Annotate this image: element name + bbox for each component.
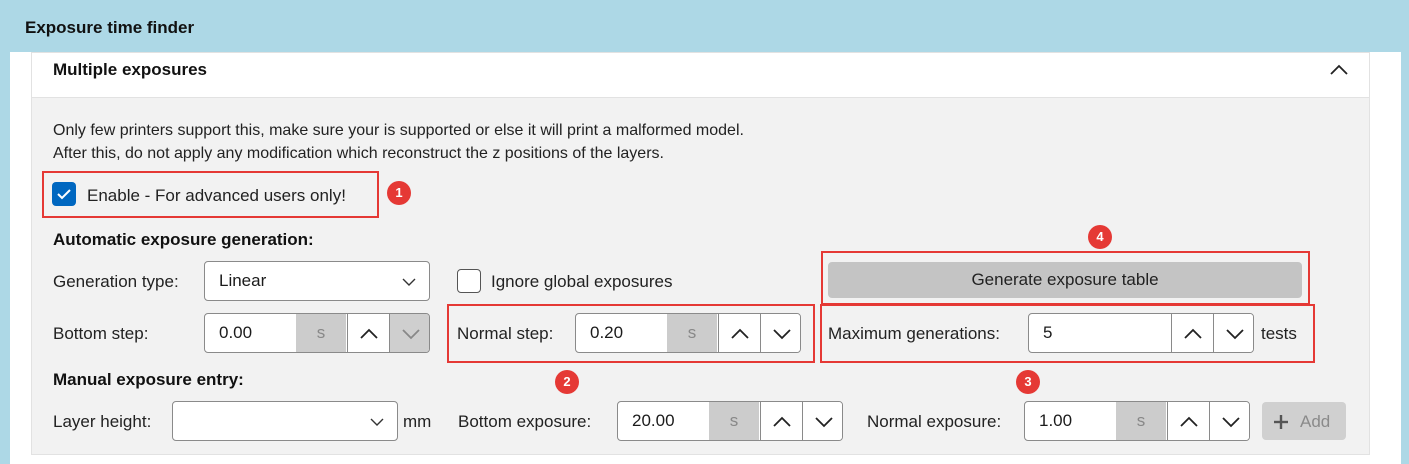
annotation-badge-1: 1: [387, 181, 411, 205]
annotation-badge-4: 4: [1088, 225, 1112, 249]
normal-exposure-unit: s: [1116, 402, 1166, 440]
expander-header[interactable]: [31, 52, 1370, 98]
right-gutter: [1368, 52, 1401, 464]
ignore-global-label: Ignore global exposures: [491, 272, 673, 291]
chevron-up-icon: [731, 328, 749, 339]
normal-exposure-label: Normal exposure:: [867, 412, 1002, 431]
chevron-down-icon: [1226, 329, 1244, 340]
bottom-step-increment[interactable]: [347, 314, 390, 352]
normal-exposure-input[interactable]: 1.00 s: [1024, 401, 1250, 441]
plus-icon: [1274, 415, 1288, 429]
normal-step-input[interactable]: 0.20 s: [575, 313, 801, 353]
normal-step-unit: s: [667, 314, 717, 352]
chevron-down-icon: [402, 278, 416, 286]
chevron-up-icon: [360, 328, 378, 339]
max-generations-unit: tests: [1261, 324, 1297, 343]
generation-type-select[interactable]: Linear: [204, 261, 430, 301]
normal-step-label: Normal step:: [457, 324, 554, 343]
chevron-down-icon: [1222, 417, 1240, 428]
annotation-badge-2: 2: [555, 370, 579, 394]
expander-title: Multiple exposures: [53, 60, 207, 79]
normal-step-decrement[interactable]: [760, 314, 800, 352]
highlight-box-4: [821, 251, 1310, 305]
add-button[interactable]: Add: [1262, 402, 1346, 440]
bottom-exposure-label: Bottom exposure:: [458, 412, 592, 431]
chevron-down-icon: [815, 417, 833, 428]
auto-heading: Automatic exposure generation:: [53, 230, 314, 249]
ignore-global-checkbox[interactable]: [457, 269, 481, 293]
normal-exposure-decrement[interactable]: [1209, 402, 1249, 440]
chevron-down-icon: [402, 329, 420, 340]
max-generations-value: 5: [1043, 323, 1053, 342]
layer-height-select[interactable]: [172, 401, 398, 441]
manual-heading: Manual exposure entry:: [53, 370, 244, 389]
layer-height-label: Layer height:: [53, 412, 152, 431]
bottom-exposure-value: 20.00: [632, 411, 675, 430]
description-line-1: Only few printers support this, make sur…: [53, 122, 744, 139]
bottom-exposure-input[interactable]: 20.00 s: [617, 401, 843, 441]
add-button-label: Add: [1300, 412, 1331, 431]
layer-height-unit: mm: [403, 412, 432, 431]
chevron-up-icon: [1184, 328, 1202, 339]
bottom-step-decrement[interactable]: [389, 314, 429, 352]
chevron-down-icon: [773, 329, 791, 340]
chevron-down-icon: [370, 418, 384, 426]
max-generations-label: Maximum generations:: [828, 324, 1000, 343]
description-line-2: After this, do not apply any modificatio…: [53, 145, 664, 162]
chevron-up-icon: [1180, 416, 1198, 427]
bottom-step-label: Bottom step:: [53, 324, 149, 343]
bottom-exposure-decrement[interactable]: [802, 402, 842, 440]
normal-step-increment[interactable]: [718, 314, 761, 352]
window-title: Exposure time finder: [25, 18, 195, 37]
generation-type-label: Generation type:: [53, 272, 179, 291]
max-generations-input[interactable]: 5: [1028, 313, 1254, 353]
bottom-step-value: 0.00: [219, 323, 253, 342]
normal-exposure-increment[interactable]: [1167, 402, 1210, 440]
max-generations-increment[interactable]: [1171, 314, 1214, 352]
window-header: [10, 0, 1409, 52]
left-border: [0, 52, 10, 464]
annotation-badge-3: 3: [1016, 370, 1040, 394]
bottom-step-input[interactable]: 0.00 s: [204, 313, 430, 353]
generation-type-value: Linear: [219, 271, 267, 290]
bottom-exposure-increment[interactable]: [760, 402, 803, 440]
max-generations-decrement[interactable]: [1213, 314, 1253, 352]
normal-step-value: 0.20: [590, 323, 624, 342]
bottom-exposure-unit: s: [709, 402, 759, 440]
bottom-step-unit: s: [296, 314, 346, 352]
chevron-up-icon[interactable]: [1327, 58, 1351, 82]
normal-exposure-value: 1.00: [1039, 411, 1073, 430]
highlight-box-1: [42, 171, 379, 218]
chevron-up-icon: [773, 416, 791, 427]
